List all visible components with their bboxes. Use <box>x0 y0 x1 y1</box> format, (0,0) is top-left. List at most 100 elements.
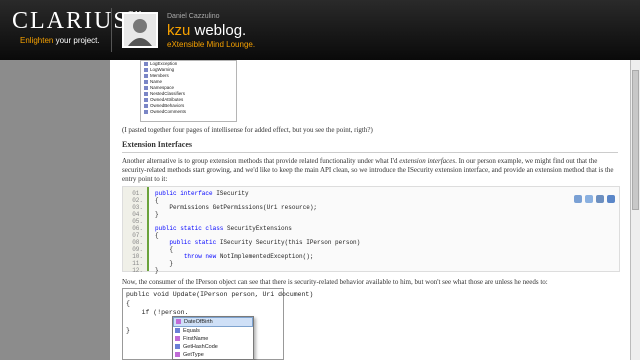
list-item-label: Namespace <box>150 85 175 90</box>
list-item-label: Name <box>150 79 163 84</box>
blog-title-rest: weblog. <box>190 22 247 39</box>
member-icon <box>144 109 148 114</box>
list-item-label: Members <box>150 73 169 78</box>
code-line: } <box>126 327 130 334</box>
member-icon <box>144 91 148 96</box>
post-content: LogException LogWarning Members Name Namespa… <box>110 60 630 360</box>
code-line: 06. public static class SecurityExtension… <box>123 225 621 232</box>
tagline: Enlighten your project. <box>20 36 100 45</box>
author-name: Daniel Cazzulino <box>167 13 220 20</box>
line-number: 03. <box>132 204 143 211</box>
property-icon <box>175 352 180 358</box>
intellisense-item[interactable]: DateOfBirth <box>173 317 253 327</box>
code-line: public void Update(IPerson person, Uri d… <box>126 291 314 298</box>
list-item-label: OwnedAttributes <box>150 97 184 102</box>
code-text: } <box>155 211 159 218</box>
list-item-label: OwnedComments <box>150 109 187 114</box>
code-line: 03. Permissions GetPermissions(Uri resou… <box>123 204 621 211</box>
keyword: public interface <box>155 190 213 197</box>
line-number: 07. <box>132 232 143 239</box>
keyword: public static class <box>155 225 224 232</box>
intellisense-item[interactable]: Equals <box>173 327 253 335</box>
code-text: public static class SecurityExtensions <box>155 225 292 232</box>
section-heading: Extension Interfaces <box>122 140 618 153</box>
avatar[interactable] <box>122 12 158 48</box>
code-text: throw new NotImplementedException(); <box>183 253 314 260</box>
tagline-highlight: Enlighten <box>20 36 54 45</box>
member-icon <box>144 73 148 78</box>
intellisense-item[interactable]: FirstName <box>173 335 253 343</box>
member-icon <box>144 103 148 108</box>
code-line: 02. { <box>123 197 621 204</box>
blog-title[interactable]: kzu weblog. <box>167 22 246 39</box>
line-number: 05. <box>132 218 143 225</box>
code-text: } <box>155 267 159 274</box>
method-icon <box>175 344 180 350</box>
code-line: 11. } <box>123 260 621 267</box>
code-line: 10. throw new NotImplementedException(); <box>123 253 621 260</box>
paragraph-intellisense-note: (I pasted together four pages of intelli… <box>122 126 373 134</box>
site-header: CLARIUSTM Enlighten your project. Daniel… <box>0 0 640 60</box>
header-divider <box>111 8 112 52</box>
list-item-label: LogWarning <box>150 67 175 72</box>
tagline-text: your project. <box>53 36 100 45</box>
list-item-label: LogException <box>150 61 178 66</box>
keyword: throw new <box>183 253 217 260</box>
member-icon <box>144 79 148 84</box>
p2-text-a: Another alternative is to group extensio… <box>122 157 400 165</box>
line-number: 09. <box>132 246 143 253</box>
code-line: 07. { <box>123 232 621 239</box>
line-number: 08. <box>132 239 143 246</box>
line-number: 01. <box>132 190 143 197</box>
code-text: public static ISecurity Security(this IP… <box>169 239 361 246</box>
scrollbar-thumb[interactable] <box>632 70 639 210</box>
code-line: 05. <box>123 218 621 225</box>
member-icon <box>144 85 148 90</box>
intellisense-item[interactable]: GetHashCode <box>173 343 253 351</box>
paragraph-consumer: Now, the consumer of the IPerson object … <box>122 278 548 286</box>
line-number: 10. <box>132 253 143 260</box>
member-icon <box>144 67 148 72</box>
list-item-label: NestedClassifiers <box>150 91 186 96</box>
scrollbar[interactable] <box>630 60 640 360</box>
intellisense-item-label: DateOfBirth <box>184 319 213 325</box>
blog-title-kzu: kzu <box>167 22 191 39</box>
avatar-photo-icon <box>124 14 156 46</box>
line-number: 12. <box>132 267 143 274</box>
code-text: { <box>155 197 159 204</box>
code-block: 01. public interface ISecurity 02. {03. Per… <box>122 186 621 274</box>
code-text: public interface ISecurity <box>155 190 249 197</box>
intellisense-item-label: GetHashCode <box>183 344 218 350</box>
code-text: Permissions GetPermissions(Uri resource)… <box>169 204 318 211</box>
blog-subtitle: eXtensible Mind Lounge. <box>167 40 256 49</box>
method-icon <box>175 328 180 334</box>
intellisense-item[interactable]: GetType <box>173 351 253 359</box>
code-text: { <box>169 246 174 253</box>
list-item-label: OwnedBehaviors <box>150 103 185 108</box>
line-number: 06. <box>132 225 143 232</box>
member-icon <box>144 61 148 66</box>
intellisense-screenshot: LogException LogWarning Members Name Namespa… <box>140 60 237 122</box>
intellisense-item-label: Equals <box>183 328 200 334</box>
line-number: 02. <box>132 197 143 204</box>
p2-emphasis: extension interfaces <box>399 157 456 165</box>
code-line: 01. public interface ISecurity <box>123 190 621 197</box>
code-line: { <box>126 300 130 307</box>
member-icon <box>144 97 148 102</box>
keyword: public static <box>169 239 217 246</box>
code-text: } <box>169 260 174 267</box>
code-line: 04.} <box>123 211 621 218</box>
code-line: 09. { <box>123 246 621 253</box>
property-icon <box>175 336 180 342</box>
intellisense-item-label: FirstName <box>183 336 209 342</box>
code-line: 12.} <box>123 267 621 274</box>
list-item: OwnedComments <box>141 109 236 115</box>
line-number: 11. <box>132 260 143 267</box>
paragraph-extension-interfaces: Another alternative is to group extensio… <box>122 157 620 184</box>
code-line: 08. public static ISecurity Security(thi… <box>123 239 621 246</box>
line-number: 04. <box>132 211 143 218</box>
intellisense-popup: DateOfBirth Equals FirstName GetHashCode Get… <box>172 316 254 360</box>
code-text: { <box>155 232 159 239</box>
property-icon <box>176 319 181 325</box>
intellisense-item-label: GetType <box>183 352 204 358</box>
